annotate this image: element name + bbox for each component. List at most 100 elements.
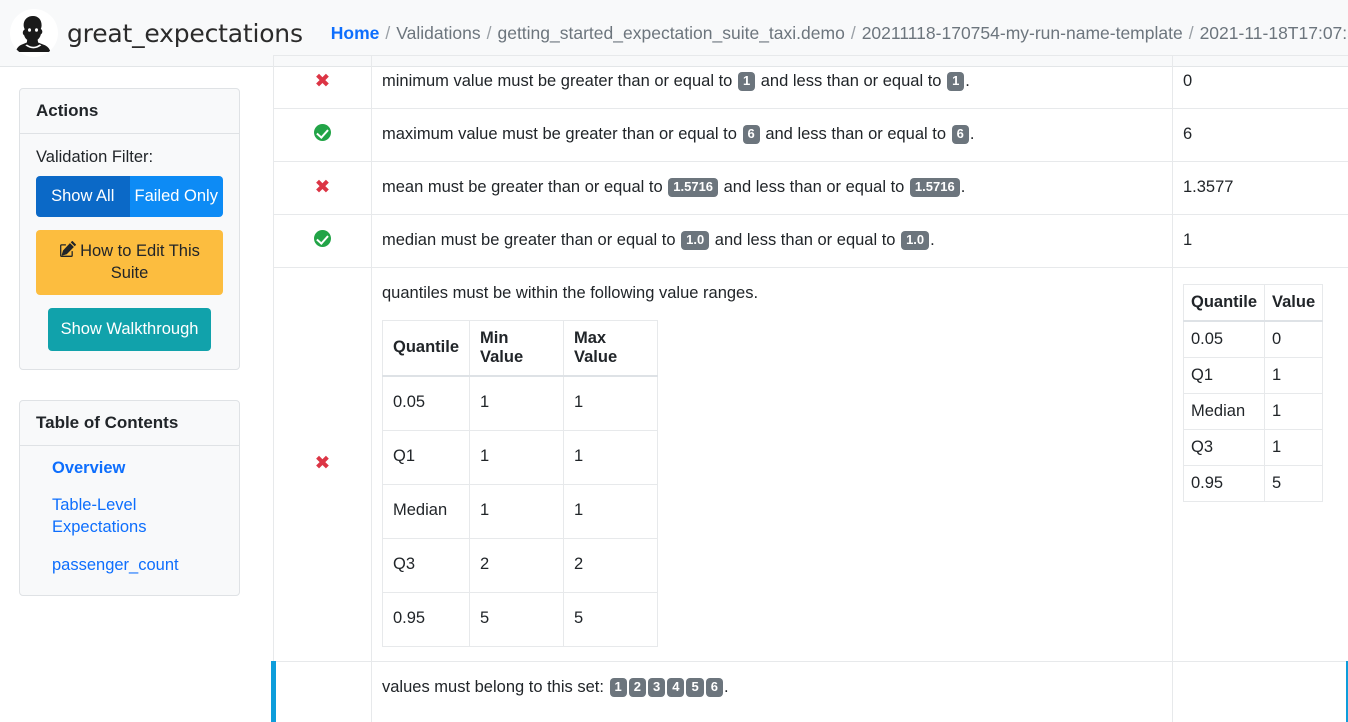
validation-filter-label: Validation Filter:: [36, 148, 154, 166]
validation-filter-button-group: Show All Failed Only: [36, 176, 223, 217]
row-observed-cell: 1: [1172, 213, 1348, 268]
cell-quantile: Q1: [1182, 356, 1266, 394]
table-row: Q1 1 1: [381, 429, 659, 485]
statement-text: and less than or equal to: [760, 124, 951, 143]
value-badge: 1.5716: [668, 177, 719, 198]
x-mark-icon: ✖: [314, 175, 331, 198]
cell-quantile: Q3: [1182, 428, 1266, 466]
cell-max: 2: [563, 537, 659, 593]
column-header-quantile: Quantile: [381, 319, 471, 377]
table-row: 0.05 0: [1182, 320, 1324, 358]
value-badge: 1: [609, 677, 627, 697]
column-header-max-value: Max Value: [563, 319, 659, 377]
cell-quantile: 0.05: [1182, 320, 1266, 358]
cell-value: 1: [1264, 356, 1324, 394]
table-row: 0.05 1 1: [381, 375, 659, 431]
row-statement-cell: mean must be greater than or equal to 1.…: [371, 160, 1173, 215]
check-circle-icon: [314, 123, 331, 141]
breadcrumb-item-validations[interactable]: Validations: [396, 23, 480, 44]
cell-value: 1: [1264, 392, 1324, 430]
statement-text: .: [930, 230, 935, 249]
breadcrumb-home-link[interactable]: Home: [331, 23, 380, 44]
validation-results-body: ✖ minimum value must be greater than or …: [271, 55, 1348, 722]
row-statement-cell: median must be greater than or equal to …: [371, 213, 1173, 268]
check-circle-icon: [314, 229, 331, 247]
show-walkthrough-button[interactable]: Show Walkthrough: [48, 307, 211, 351]
cell-quantile: 0.05: [381, 375, 471, 431]
cell-max: 1: [563, 375, 659, 431]
breadcrumb-item-run-name[interactable]: 20211118-170754-my-run-name-template: [862, 23, 1183, 44]
cell-min: 2: [469, 537, 565, 593]
how-to-edit-suite-button[interactable]: How to Edit This Suite: [36, 229, 223, 295]
cell-quantile: Median: [381, 483, 471, 539]
breadcrumb-item-suite[interactable]: getting_started_expectation_suite_taxi.d…: [497, 23, 844, 44]
statement-text: values must belong to this set:: [382, 677, 609, 696]
row-statement-cell: maximum value must be greater than or eq…: [371, 107, 1173, 162]
brand-logo[interactable]: great_expectations: [10, 9, 303, 57]
toc-item-table-level-expectations[interactable]: Table-Level Expectations: [52, 495, 223, 539]
brand-title: great_expectations: [67, 18, 303, 48]
actions-panel-body: Validation Filter: Show All Failed Only …: [20, 134, 239, 369]
statement-text: mean must be greater than or equal to: [382, 177, 668, 196]
table-header-row: Quantile Value: [1182, 283, 1324, 322]
breadcrumb: Home / Validations / getting_started_exp…: [331, 23, 1348, 44]
toc-title: Table of Contents: [20, 401, 239, 446]
table-row-highlighted[interactable]: ✖ values must belong to this set: 123456…: [271, 660, 1348, 722]
value-badge: 2: [628, 677, 647, 697]
quantile-ranges-table: Quantile Min Value Max Value 0.05 1 1 Q1…: [381, 319, 659, 647]
expectation-statement: values must belong to this set: 123456.: [382, 676, 1162, 700]
cell-min: 5: [469, 591, 565, 647]
statement-text: median must be greater than or equal to: [382, 230, 681, 249]
value-badge: 6: [951, 124, 969, 145]
actions-panel-title: Actions: [20, 89, 239, 134]
row-status-cell: ✖: [271, 660, 372, 722]
pencil-square-icon: [59, 240, 77, 264]
expectation-statement: maximum value must be greater than or eq…: [382, 124, 974, 145]
statement-text: maximum value must be greater than or eq…: [382, 124, 742, 143]
table-row: Q1 1: [1182, 356, 1324, 394]
toc-item-overview[interactable]: Overview: [52, 458, 223, 480]
row-observed-cell: ≈15.79% unexpected: [1172, 660, 1348, 722]
cell-min: 1: [469, 429, 565, 485]
table-row: 0.95 5 5: [381, 591, 659, 647]
cell-min: 1: [469, 375, 565, 431]
actions-panel: Actions Validation Filter: Show All Fail…: [19, 88, 240, 370]
validation-results-table: ✖ minimum value must be greater than or …: [271, 55, 1348, 722]
table-of-contents-panel: Table of Contents Overview Table-Level E…: [19, 399, 240, 596]
row-observed-cell: 1.3577: [1172, 160, 1348, 215]
observed-quantiles-head: Quantile Value: [1182, 283, 1324, 322]
row-status-cell: [273, 107, 372, 162]
value-badge: 6: [705, 677, 723, 697]
statement-text: minimum value must be greater than or eq…: [382, 72, 737, 90]
observed-quantiles-body: 0.05 0 Q1 1 Median 1 Q3 1 0.95 5: [1182, 320, 1324, 502]
cell-min: 1: [469, 483, 565, 539]
cell-value: 5: [1264, 464, 1324, 502]
cell-quantile: Q3: [381, 537, 471, 593]
value-badge: 3: [648, 677, 666, 697]
value-badge: 6: [742, 124, 760, 145]
toc-item-passenger-count[interactable]: passenger_count: [52, 555, 223, 577]
statement-text: .: [965, 72, 970, 90]
table-row: Q3 1: [1182, 428, 1324, 466]
row-status-cell: ✖: [273, 160, 372, 215]
table-row: ✖ mean must be greater than or equal to …: [273, 160, 1348, 215]
row-observed-cell: 0: [1172, 55, 1348, 109]
cell-value: 1: [1264, 428, 1324, 466]
value-badge: 4: [667, 677, 685, 697]
row-status-cell: ✖: [273, 55, 372, 109]
breadcrumb-item-timestamp: 2021-11-18T17:07:54Z: [1199, 22, 1348, 43]
how-to-edit-suite-label: How to Edit This Suite: [80, 241, 200, 283]
failed-only-button[interactable]: Failed Only: [129, 176, 223, 217]
quantile-ranges-head: Quantile Min Value Max Value: [381, 319, 659, 377]
value-badge: 5: [686, 677, 704, 697]
expectation-statement: median must be greater than or equal to …: [382, 230, 935, 251]
x-mark-icon: ✖: [314, 452, 331, 475]
sidebar: Actions Validation Filter: Show All Fail…: [19, 88, 240, 626]
table-row: 0.95 5: [1182, 464, 1324, 502]
breadcrumb-separator: /: [850, 22, 856, 43]
show-all-button[interactable]: Show All: [36, 176, 130, 217]
value-badge: 1: [737, 72, 756, 92]
cell-quantile: Median: [1182, 392, 1266, 430]
table-row: Median 1: [1182, 392, 1324, 430]
expectation-statement: quantiles must be within the following v…: [382, 283, 759, 302]
